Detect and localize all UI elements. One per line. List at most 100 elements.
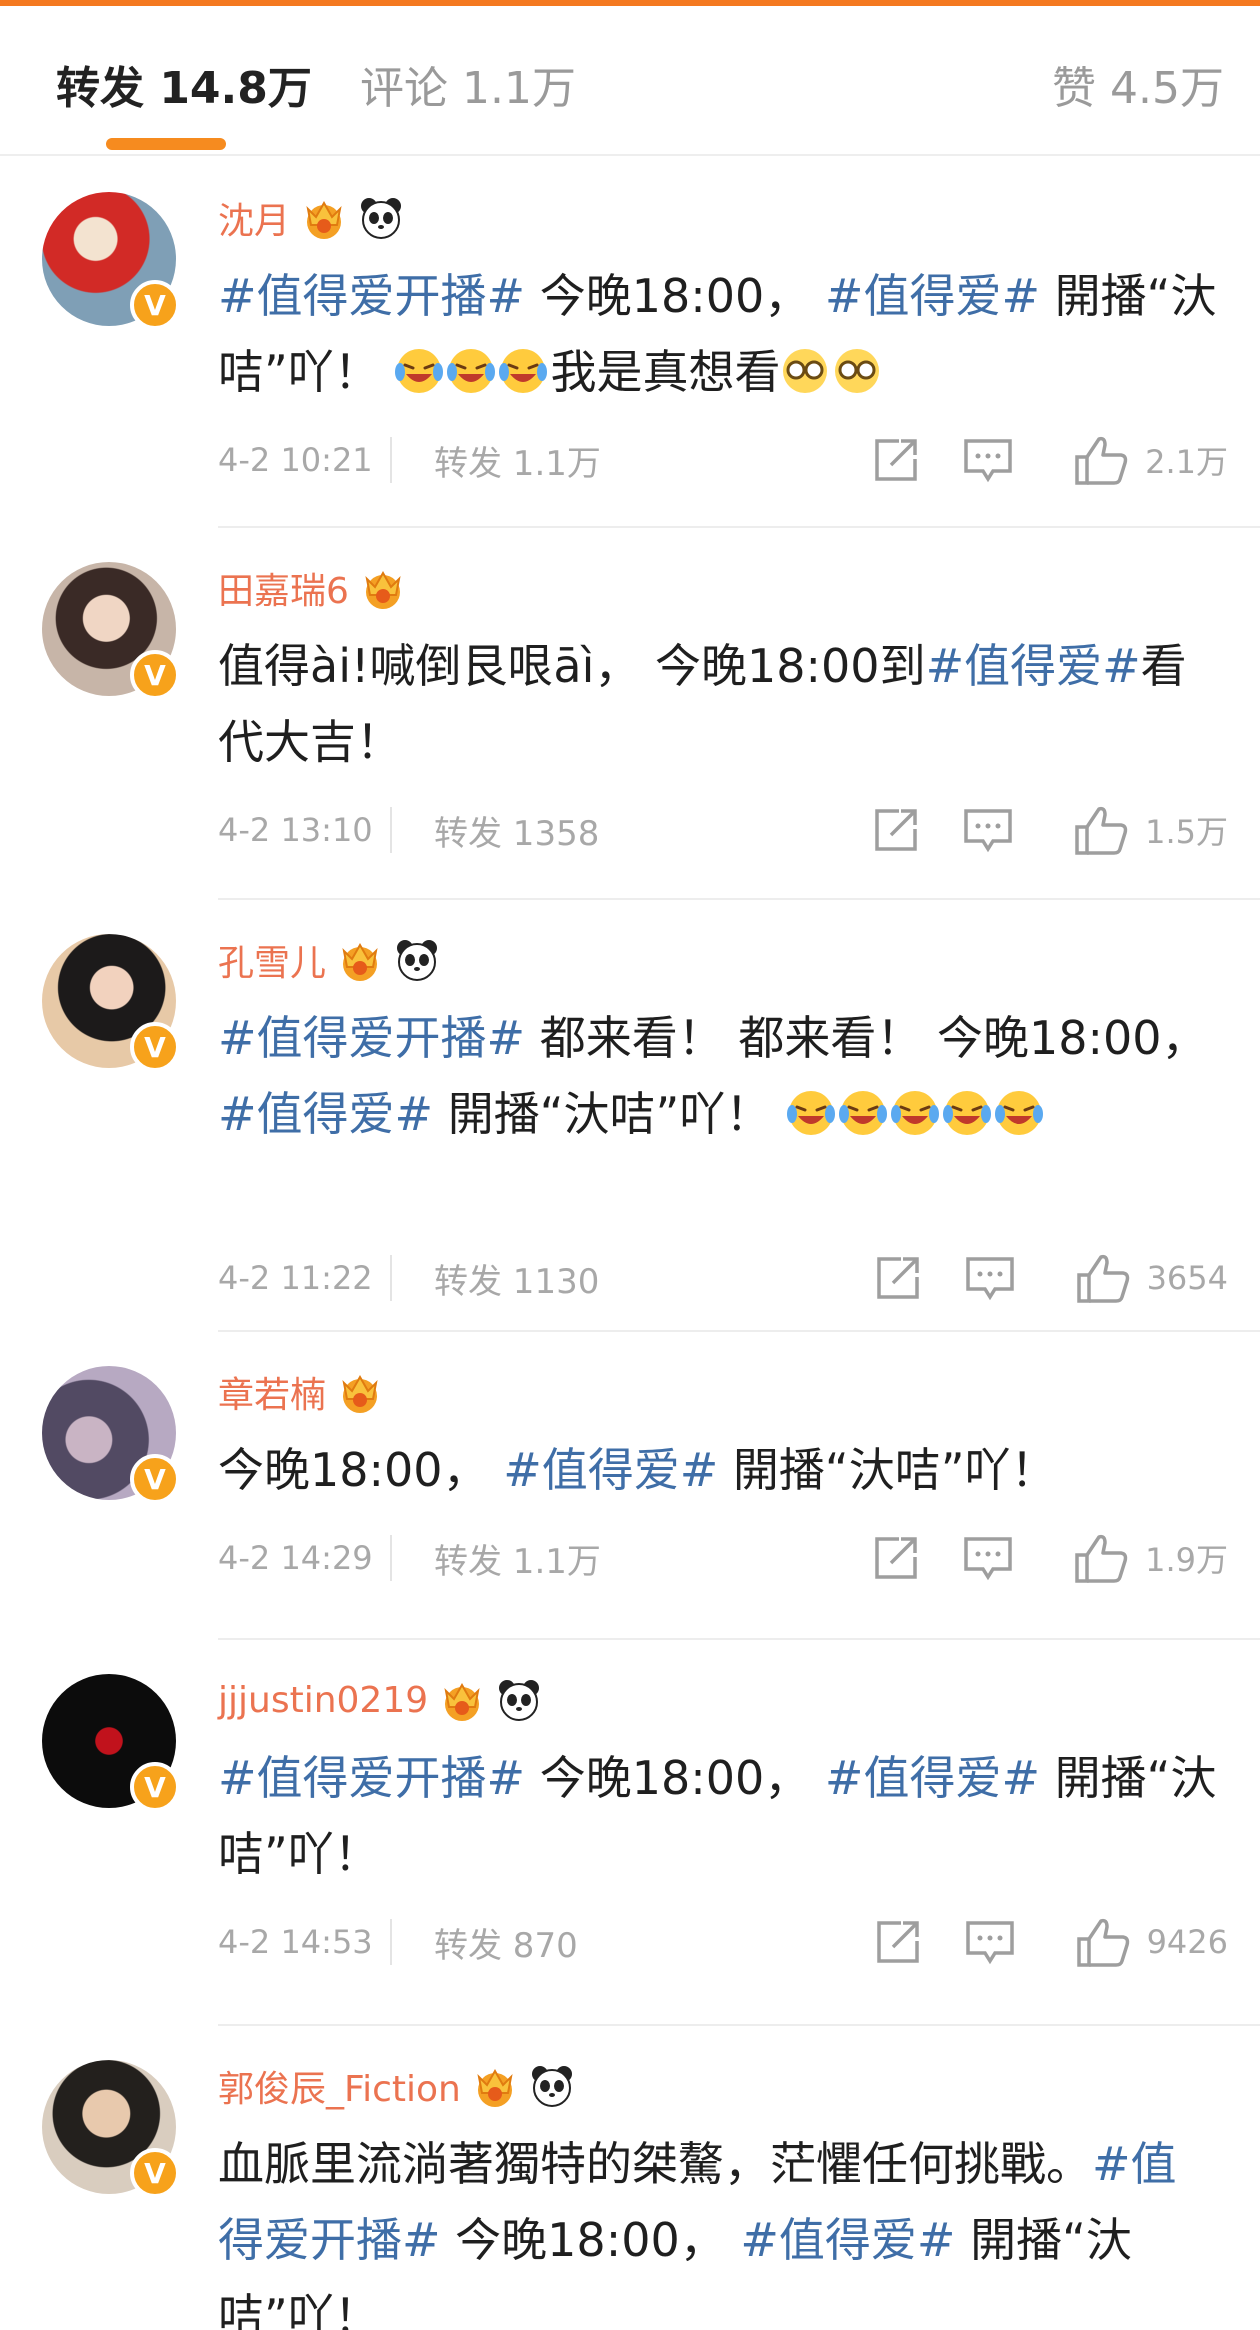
laugh-cry-emoji-group [394, 345, 550, 399]
divider [390, 1919, 392, 1965]
laugh-cry-emoji [838, 1084, 888, 1135]
action-bar: 3654 [871, 1248, 1228, 1308]
like-icon [1073, 803, 1129, 857]
meta-row: 4-2 13:10 转发 1358 1.5万 [218, 800, 1228, 860]
text-segment: 今晚18:00， [525, 269, 825, 323]
action-bar: 2.1万 [869, 430, 1228, 490]
repost-count: 转发 1.1万 [434, 443, 601, 484]
repost-item[interactable]: V 章若楠 今晚18:00， #值得爱# 開播“汏咭”吖！ 4-2 14:29 转发 1… [0, 1332, 1260, 1640]
hashtag-link[interactable]: #值得爱开播# [218, 1011, 525, 1065]
repost-item[interactable]: Vjjjustin0219 #值得爱开播# 今晚18:00， #值得爱# 開播“汏… [0, 1640, 1260, 2026]
panda-icon [394, 937, 440, 983]
comment-button[interactable] [963, 1917, 1017, 1967]
hashtag-link[interactable]: #值得爱# [503, 1443, 718, 1497]
comment-icon [963, 1917, 1017, 1967]
text-segment: 開播“汏咭”吖！ [433, 1087, 786, 1141]
comment-icon [961, 1533, 1015, 1583]
repost-count: 转发 1358 [434, 813, 600, 854]
divider [390, 807, 392, 853]
share-button[interactable] [869, 805, 923, 855]
verified-badge-icon: V [130, 1022, 180, 1072]
like-icon [1075, 1251, 1131, 1305]
repost-item[interactable]: V 郭俊辰_Fiction 血脈里流淌著獨特的桀驁，茫懼任何挑戰。#值得爱开播# 今… [0, 2026, 1260, 2330]
like-count: 2.1万 [1145, 443, 1228, 481]
like-button[interactable]: 2.1万 [1073, 433, 1228, 487]
share-button[interactable] [869, 435, 923, 485]
like-button[interactable]: 1.9万 [1073, 1531, 1228, 1585]
action-bar: 1.9万 [869, 1528, 1228, 1588]
share-button[interactable] [871, 1253, 925, 1303]
share-icon [871, 1917, 925, 1967]
meta-row: 4-2 10:21 转发 1.1万 2.1万 [218, 430, 1228, 490]
comment-icon [961, 435, 1015, 485]
like-button[interactable]: 1.5万 [1073, 803, 1228, 857]
hashtag-link[interactable]: #值得爱# [926, 639, 1141, 693]
panda-icon [529, 2063, 575, 2109]
repost-item[interactable]: V 田嘉瑞6 值得ài!喊倒艮哏āì， 今晚18:00到#值得爱#看代大吉！ 4-2 … [0, 528, 1260, 900]
like-icon [1073, 1531, 1129, 1585]
repost-text: 今晚18:00， #值得爱# 開播“汏咭”吖！ [218, 1432, 1218, 1508]
tab-repost[interactable]: 转发 14.8万 [56, 52, 312, 116]
hashtag-link[interactable]: #值得爱# [740, 2213, 955, 2267]
avatar[interactable]: V [42, 934, 180, 1072]
tab-comment[interactable]: 评论 1.1万 [360, 52, 576, 116]
username[interactable]: 田嘉瑞6 [218, 562, 349, 614]
hashtag-link[interactable]: #值得爱开播# [218, 269, 525, 323]
username[interactable]: 沈月 [218, 192, 290, 244]
repost-text: #值得爱开播# 今晚18:00， #值得爱# 開播“汏咭”吖！ [218, 1740, 1218, 1892]
like-count: 1.5万 [1145, 813, 1228, 851]
timestamp: 4-2 14:29 [218, 1539, 373, 1577]
hashtag-link[interactable]: #值得爱# [218, 1087, 433, 1141]
repost-text: 值得ài!喊倒艮哏āì， 今晚18:00到#值得爱#看代大吉！ [218, 628, 1218, 780]
username[interactable]: 郭俊辰_Fiction [218, 2060, 461, 2112]
avatar[interactable]: V [42, 1366, 180, 1504]
like-button[interactable]: 9426 [1075, 1915, 1228, 1969]
hashtag-link[interactable]: #值得爱# [825, 1751, 1040, 1805]
text-segment: 血脈里流淌著獨特的桀驁，茫懼任何挑戰。 [218, 2137, 1092, 2191]
text-segment: 值得ài!喊倒艮哏āì， 今晚18:00到 [218, 639, 926, 693]
text-segment: 都来看！ 都来看！ 今晚18:00， [525, 1011, 1208, 1065]
text-segment: 開播“汏咭”吖！ [718, 1443, 1057, 1497]
timestamp: 4-2 10:21 [218, 441, 373, 479]
comment-button[interactable] [961, 435, 1015, 485]
name-row: 沈月 [218, 190, 404, 246]
laugh-cry-emoji [994, 1084, 1044, 1135]
verified-badge-icon: V [130, 650, 180, 700]
crown-icon [300, 195, 348, 241]
laugh-cry-emoji [498, 342, 548, 393]
username[interactable]: 章若楠 [218, 1366, 326, 1418]
repost-item[interactable]: V 沈月 #值得爱开播# 今晚18:00， #值得爱# 開播“汏咭”吖！ 我是真想看… [0, 158, 1260, 528]
comment-button[interactable] [963, 1253, 1017, 1303]
name-row: jjjustin0219 [218, 1672, 542, 1728]
like-icon [1075, 1915, 1131, 1969]
meta-row: 4-2 11:22 转发 1130 3654 [218, 1248, 1228, 1308]
laugh-cry-emoji-group [786, 1087, 1046, 1141]
comment-button[interactable] [961, 805, 1015, 855]
glasses-emoji [780, 342, 830, 393]
avatar[interactable]: V [42, 192, 180, 330]
username[interactable]: 孔雪儿 [218, 934, 326, 986]
laugh-cry-emoji [890, 1084, 940, 1135]
hashtag-link[interactable]: #值得爱# [825, 269, 1040, 323]
name-row: 孔雪儿 [218, 932, 440, 988]
username[interactable]: jjjustin0219 [218, 1680, 428, 1721]
avatar[interactable]: V [42, 2060, 180, 2198]
crown-icon [359, 565, 407, 611]
verified-badge-icon: V [130, 2148, 180, 2198]
avatar[interactable]: V [42, 562, 180, 700]
hashtag-link[interactable]: #值得爱开播# [218, 1751, 525, 1805]
like-button[interactable]: 3654 [1075, 1251, 1228, 1305]
repost-item[interactable]: V 孔雪儿 #值得爱开播# 都来看！ 都来看！ 今晚18:00， #值得爱# 開播“… [0, 900, 1260, 1332]
action-bar: 1.5万 [869, 800, 1228, 860]
verified-badge-icon: V [130, 280, 180, 330]
avatar[interactable]: V [42, 1674, 180, 1812]
laugh-cry-emoji [446, 342, 496, 393]
panda-icon [496, 1677, 542, 1723]
tab-like[interactable]: 赞 4.5万 [1052, 52, 1224, 116]
share-button[interactable] [869, 1533, 923, 1583]
meta-row: 4-2 14:53 转发 870 9426 [218, 1912, 1228, 1972]
repost-count: 转发 1130 [434, 1261, 600, 1302]
comment-button[interactable] [961, 1533, 1015, 1583]
share-icon [869, 1533, 923, 1583]
share-button[interactable] [871, 1917, 925, 1967]
